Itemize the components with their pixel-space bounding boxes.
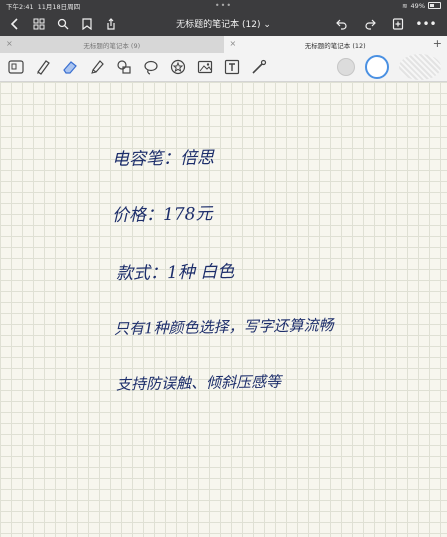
battery-icon bbox=[428, 2, 441, 9]
battery-percent: 49% bbox=[410, 1, 425, 10]
wifi-icon: ≋ bbox=[402, 1, 408, 10]
note-line: 支持防误触、倾斜压感等 bbox=[115, 372, 282, 394]
text-icon[interactable] bbox=[222, 57, 242, 77]
sticker-icon[interactable] bbox=[168, 57, 188, 77]
redo-icon[interactable] bbox=[361, 15, 379, 33]
pen-size-preview[interactable] bbox=[399, 54, 441, 80]
tab-notebook-9[interactable]: × 无标题的笔记本 (9) bbox=[0, 36, 224, 53]
multitask-dots[interactable]: ••• bbox=[215, 1, 232, 10]
search-icon[interactable] bbox=[54, 15, 72, 33]
tab-bar: × 无标题的笔记本 (9) × 无标题的笔记本 (12) + bbox=[0, 36, 447, 53]
status-bar: 下午2:41 11月18日周四 ••• ≋ 49% bbox=[0, 0, 447, 11]
chevron-down-icon: ⌄ bbox=[263, 20, 271, 30]
note-line: 价格：178元 bbox=[111, 204, 213, 226]
undo-icon[interactable] bbox=[333, 15, 351, 33]
close-icon[interactable]: × bbox=[230, 39, 237, 48]
back-icon[interactable] bbox=[6, 15, 24, 33]
title-bar: 无标题的笔记本 (12) ⌄ ••• bbox=[0, 11, 447, 36]
highlighter-icon[interactable] bbox=[87, 57, 107, 77]
image-icon[interactable] bbox=[195, 57, 215, 77]
more-icon[interactable]: ••• bbox=[415, 15, 436, 33]
eraser-icon[interactable] bbox=[60, 57, 80, 77]
laser-pointer-icon[interactable] bbox=[249, 57, 269, 77]
close-icon[interactable]: × bbox=[6, 39, 13, 48]
color-swatch-selected[interactable] bbox=[365, 55, 389, 79]
note-line: 电容笔：倍思 bbox=[111, 148, 215, 170]
grid-icon[interactable] bbox=[30, 15, 48, 33]
note-canvas[interactable]: 电容笔：倍思 价格：178元 款式：1种 白色 只有1种颜色选择，写字还算流畅 … bbox=[0, 82, 447, 537]
add-page-icon[interactable] bbox=[389, 15, 407, 33]
lasso-icon[interactable] bbox=[141, 57, 161, 77]
read-mode-icon[interactable] bbox=[6, 57, 26, 77]
status-time: 下午2:41 bbox=[6, 2, 34, 11]
status-date: 11月18日周四 bbox=[37, 2, 81, 11]
tab-notebook-12[interactable]: × 无标题的笔记本 (12) bbox=[223, 36, 447, 53]
share-icon[interactable] bbox=[102, 15, 120, 33]
new-tab-icon[interactable]: + bbox=[433, 37, 442, 50]
pen-icon[interactable] bbox=[33, 57, 53, 77]
shapes-icon[interactable] bbox=[114, 57, 134, 77]
tab-label: 无标题的笔记本 (9) bbox=[83, 41, 141, 50]
tab-label: 无标题的笔记本 (12) bbox=[304, 41, 366, 50]
note-line: 款式：1种 白色 bbox=[115, 261, 235, 285]
color-swatch-gray[interactable] bbox=[337, 58, 355, 76]
bookmark-icon[interactable] bbox=[78, 15, 96, 33]
tool-bar bbox=[0, 53, 447, 82]
note-line: 只有1种颜色选择，写字还算流畅 bbox=[113, 316, 334, 338]
notebook-title[interactable]: 无标题的笔记本 (12) ⌄ bbox=[176, 17, 271, 30]
